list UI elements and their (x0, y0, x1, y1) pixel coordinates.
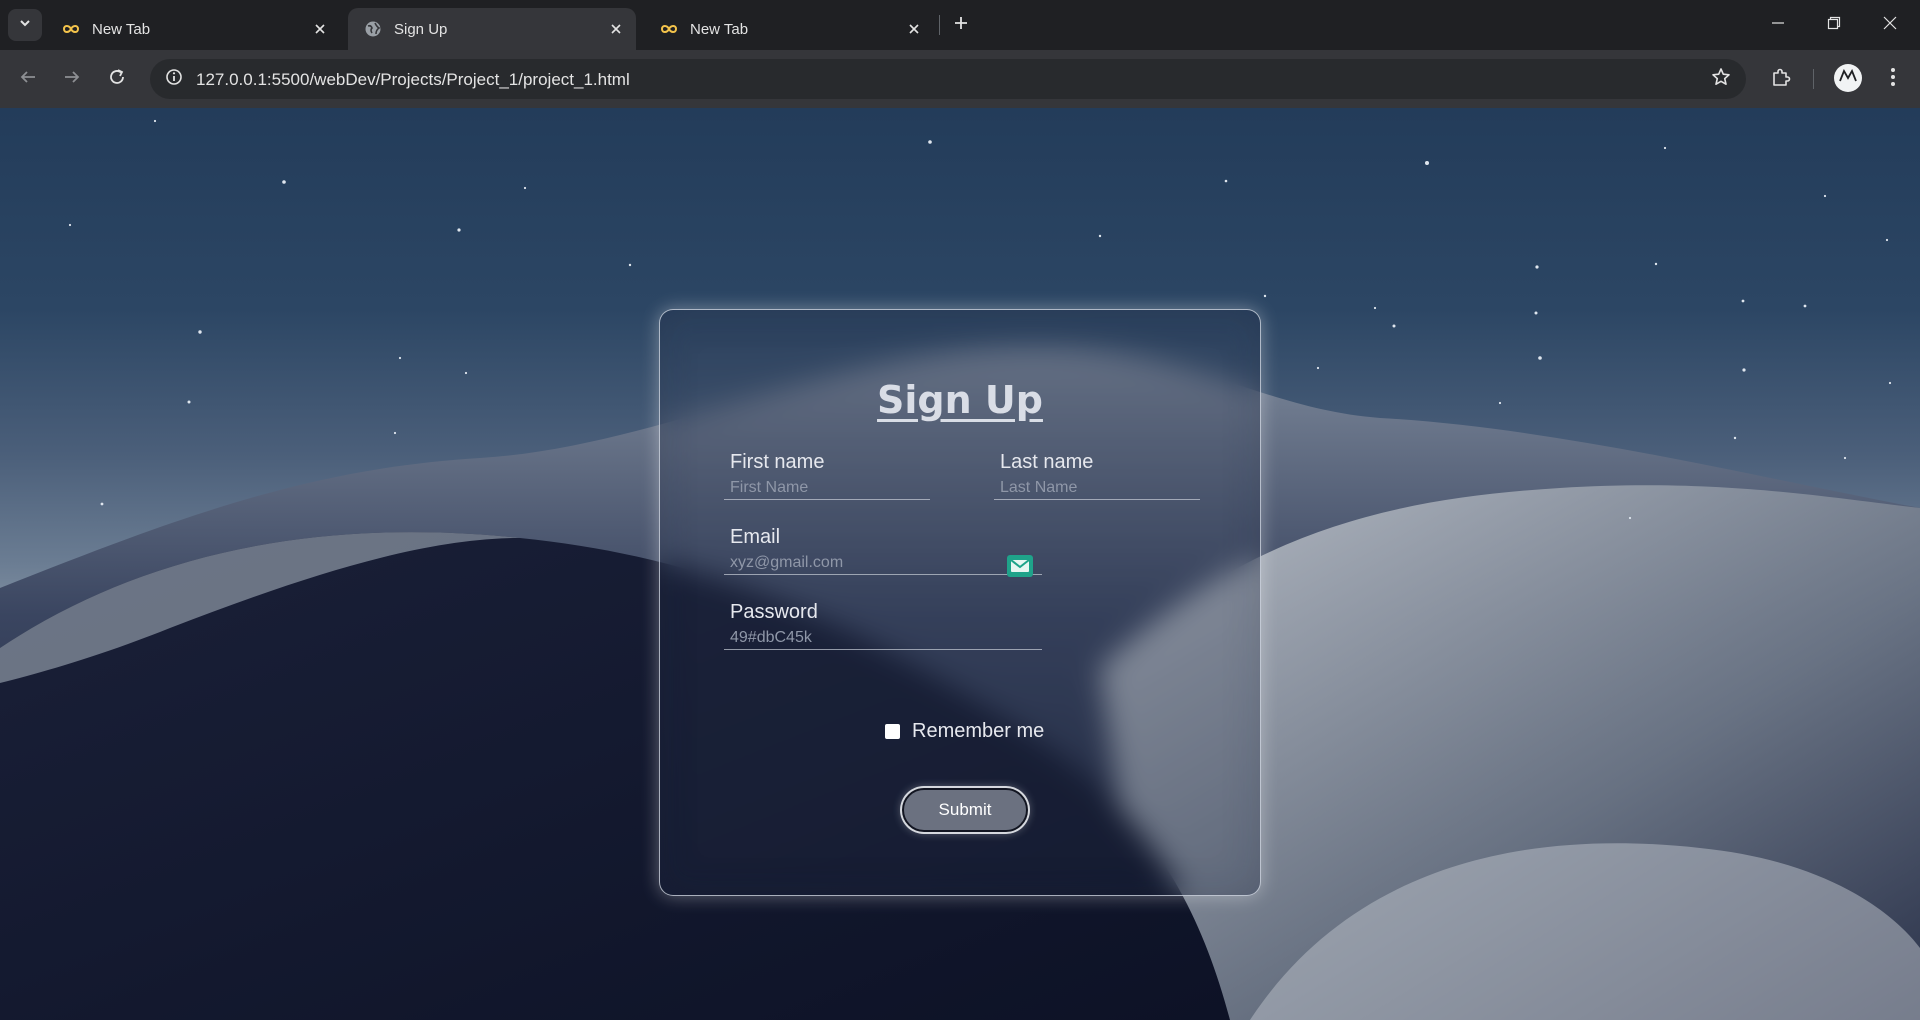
site-info-button[interactable] (160, 65, 188, 93)
extensions-button[interactable] (1764, 62, 1798, 96)
minimize-icon (1771, 16, 1785, 35)
close-icon[interactable] (308, 17, 332, 41)
password-field[interactable] (724, 626, 1042, 650)
tab-new-tab-1[interactable]: New Tab (46, 8, 340, 50)
last-name-field[interactable] (994, 476, 1200, 500)
toolbar-divider (1813, 69, 1814, 89)
tab-title: New Tab (92, 20, 151, 38)
info-icon (165, 68, 183, 91)
arrow-right-icon (63, 68, 81, 91)
reload-button[interactable] (100, 62, 134, 96)
email-field[interactable] (724, 551, 1042, 575)
restore-button[interactable] (1806, 0, 1862, 50)
minimize-button[interactable] (1750, 0, 1806, 50)
tab-title: New Tab (690, 20, 749, 38)
url-text[interactable]: 127.0.0.1:5500/webDev/Projects/Project_1… (196, 70, 630, 90)
infinity-icon (660, 20, 678, 38)
plus-icon (953, 15, 969, 36)
signup-card: Sign Up First name Last name Email Passw… (659, 309, 1261, 896)
remember-checkbox[interactable] (885, 724, 900, 739)
chevron-down-icon (18, 16, 32, 35)
close-icon (1883, 16, 1897, 35)
password-label: Password (730, 601, 818, 623)
bookmark-button[interactable] (1708, 66, 1734, 92)
last-name-label: Last name (1000, 451, 1094, 473)
page-viewport: Sign Up First name Last name Email Passw… (0, 108, 1920, 1020)
back-button[interactable] (11, 62, 45, 96)
tab-strip: New Tab Sign Up New Tab (0, 0, 1920, 50)
menu-button[interactable] (1876, 62, 1910, 96)
remember-label: Remember me (912, 720, 1045, 742)
mail-icon (1007, 555, 1033, 577)
tab-search-button[interactable] (8, 9, 42, 41)
puzzle-icon (1771, 67, 1791, 92)
arrow-left-icon (19, 68, 37, 91)
close-icon[interactable] (902, 17, 926, 41)
star-icon (1711, 67, 1731, 92)
more-vert-icon (1890, 67, 1896, 92)
infinity-icon (62, 20, 80, 38)
first-name-field[interactable] (724, 476, 930, 500)
profile-avatar[interactable] (1834, 64, 1862, 92)
email-label: Email (730, 526, 781, 548)
restore-icon (1827, 16, 1841, 35)
tab-sign-up[interactable]: Sign Up (348, 8, 636, 50)
submit-button[interactable]: Submit (902, 788, 1028, 832)
globe-icon (364, 20, 382, 38)
first-name-label: First name (730, 451, 825, 473)
browser-toolbar: 127.0.0.1:5500/webDev/Projects/Project_1… (0, 50, 1920, 108)
tab-divider (939, 15, 940, 35)
forward-button[interactable] (55, 62, 89, 96)
tab-new-tab-2[interactable]: New Tab (644, 8, 934, 50)
address-bar[interactable]: 127.0.0.1:5500/webDev/Projects/Project_1… (150, 59, 1746, 99)
new-tab-button[interactable] (948, 12, 974, 38)
tab-title: Sign Up (394, 20, 448, 38)
remember-me[interactable]: Remember me (885, 720, 1044, 743)
profile-icon (1838, 68, 1858, 88)
page-title: Sign Up (877, 378, 1043, 422)
reload-icon (108, 68, 126, 91)
close-window-button[interactable] (1862, 0, 1918, 50)
close-icon[interactable] (604, 17, 628, 41)
